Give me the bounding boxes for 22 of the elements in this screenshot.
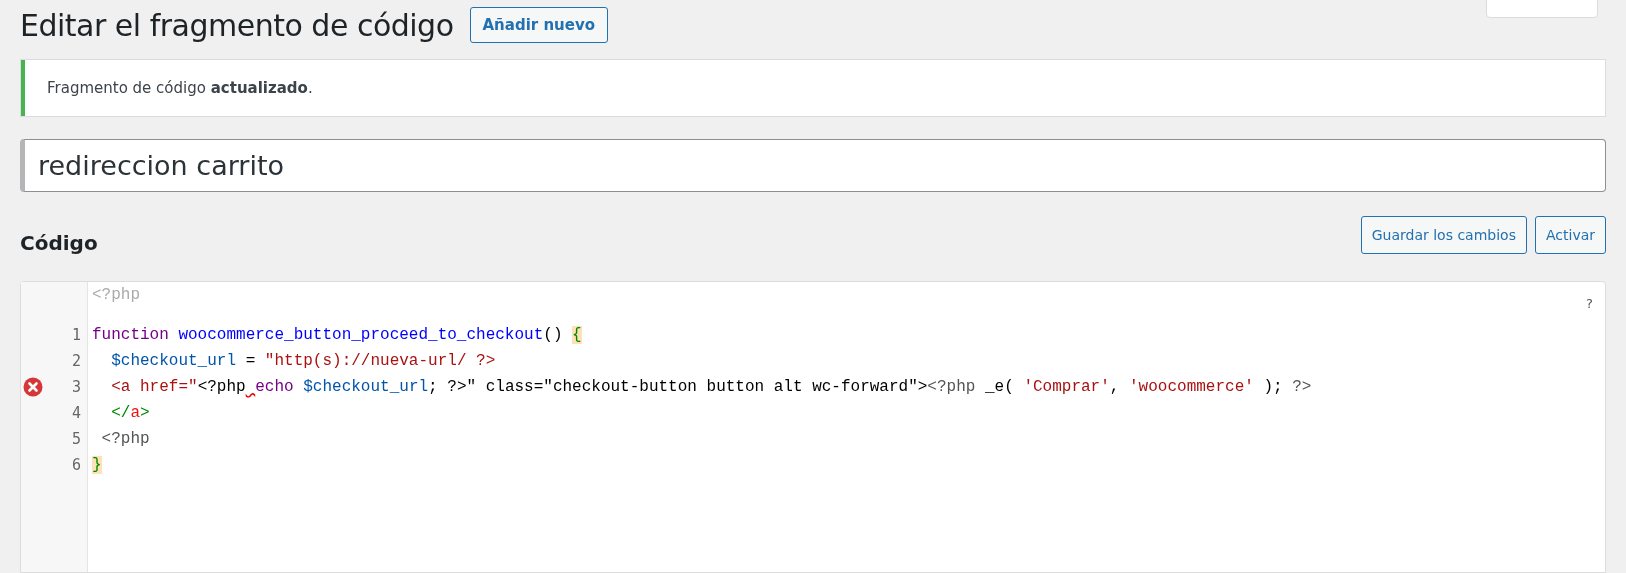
action-button[interactable]: Activar xyxy=(1534,216,1606,254)
line-number: 3 xyxy=(71,378,81,396)
line-number: 4 xyxy=(71,404,81,422)
notice-text: Fragmento de código actualizado. xyxy=(47,79,313,97)
line-number: 1 xyxy=(71,326,81,344)
page-title: Editar el fragmento de código xyxy=(20,7,454,43)
line-number: 2 xyxy=(71,352,81,370)
error-icon xyxy=(23,377,43,397)
section-heading: Código xyxy=(20,231,98,255)
line-number: 6 xyxy=(71,456,81,474)
code-line: function woocommerce_button_proceed_to_checkout() { xyxy=(92,325,583,346)
code-line: $checkout_url = "http(s)://nueva-url/ ?> xyxy=(110,351,497,372)
code-editor[interactable] xyxy=(20,281,1606,573)
add-new-button[interactable]: Añadir nuevo xyxy=(469,7,609,43)
code-line: </a> xyxy=(110,403,151,424)
help-link[interactable]: ? xyxy=(1586,296,1593,311)
code-line: <a href="<?php echo $checkout_url; ?>" class="checkout-button button alt wc-forward"><?php _e( 'Comprar', 'woocommerce' ); ?> xyxy=(110,377,1312,398)
line-number: 5 xyxy=(71,430,81,448)
title-input[interactable]: redireccion carrito xyxy=(20,139,1606,192)
code-line: <?php xyxy=(92,286,141,306)
code-line: <?php xyxy=(100,429,151,450)
action-button[interactable]: Guardar los cambios xyxy=(1360,216,1527,254)
